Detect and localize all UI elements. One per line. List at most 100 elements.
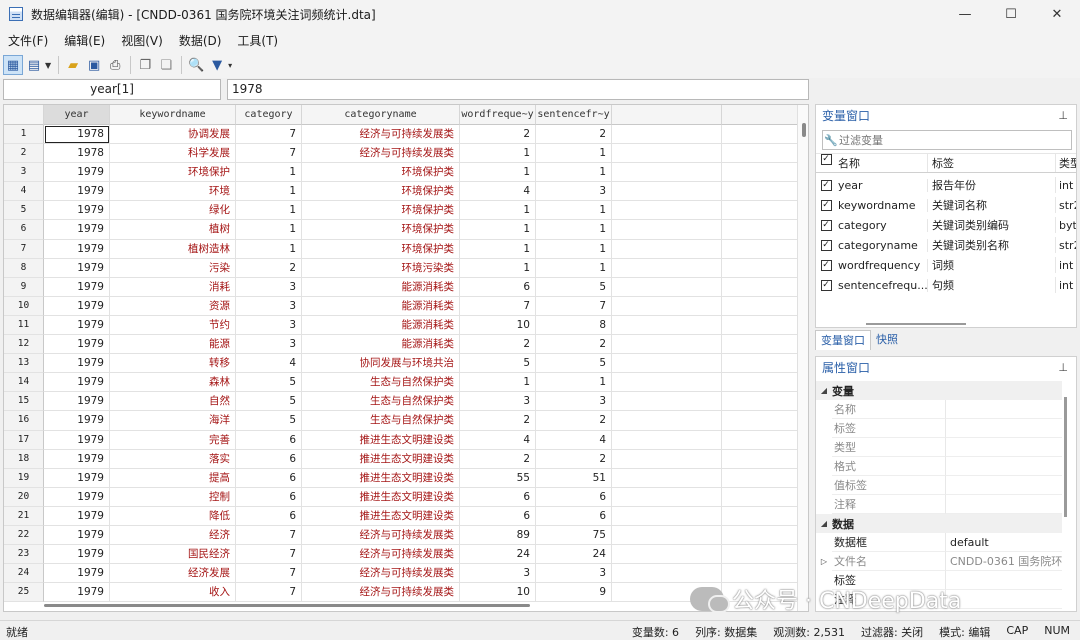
cell-wordfrequency[interactable]: 4 — [460, 182, 536, 202]
cell-categoryname[interactable]: 能源消耗类 — [302, 335, 460, 355]
close-button[interactable]: ✕ — [1034, 0, 1080, 28]
cell-wordfrequency[interactable]: 3 — [460, 564, 536, 584]
cell-keywordname[interactable]: 经济发展 — [110, 564, 236, 584]
cell-keywordname[interactable]: 自然 — [110, 392, 236, 412]
empty-cell[interactable] — [612, 564, 722, 584]
cell-sentencefrequency[interactable]: 2 — [536, 449, 612, 469]
cell-categoryname[interactable]: 环境保护类 — [302, 163, 460, 183]
table-row[interactable]: 17 1979 完善 6 推进生态文明建设类 4 4 — [4, 430, 802, 450]
variable-row[interactable]: ✓ sentencefrequ... 句频 int — [816, 275, 1076, 295]
cell-category[interactable]: 1 — [236, 182, 302, 202]
cell-categoryname[interactable]: 经济与可持续发展类 — [302, 144, 460, 164]
cell-sentencefrequency[interactable]: 1 — [536, 201, 612, 221]
property-value[interactable] — [946, 419, 1062, 438]
table-row[interactable]: 16 1979 海洋 5 生态与自然保护类 2 2 — [4, 411, 802, 431]
cell-categoryname[interactable]: 生态与自然保护类 — [302, 392, 460, 412]
cell-category[interactable]: 5 — [236, 392, 302, 412]
table-row[interactable]: 3 1979 环境保护 1 环境保护类 1 1 — [4, 163, 802, 183]
minimize-button[interactable]: — — [942, 0, 988, 28]
cell-sentencefrequency[interactable]: 6 — [536, 487, 612, 507]
property-value[interactable] — [946, 495, 1062, 514]
cell-category[interactable]: 3 — [236, 296, 302, 316]
cell-year[interactable]: 1979 — [44, 411, 110, 431]
property-row[interactable]: 类型 — [816, 438, 1062, 457]
row-number[interactable]: 11 — [4, 315, 44, 336]
cell-keywordname[interactable]: 经济 — [110, 525, 236, 546]
cell-sentencefrequency[interactable]: 3 — [536, 564, 612, 584]
cell-categoryname[interactable]: 经济与可持续发展类 — [302, 583, 460, 603]
column-header-year[interactable]: year — [44, 105, 110, 125]
variable-checkbox[interactable]: ✓ — [816, 279, 836, 291]
cell-keywordname[interactable]: 完善 — [110, 430, 236, 450]
empty-cell[interactable] — [612, 258, 722, 278]
cell-wordfrequency[interactable]: 1 — [460, 373, 536, 393]
cell-category[interactable]: 6 — [236, 430, 302, 450]
cell-keywordname[interactable]: 转移 — [110, 354, 236, 374]
cell-wordfrequency[interactable]: 89 — [460, 525, 536, 546]
cell-category[interactable]: 5 — [236, 373, 302, 393]
empty-cell[interactable] — [722, 449, 802, 469]
cell-categoryname[interactable]: 推进生态文明建设类 — [302, 449, 460, 469]
cell-year[interactable]: 1979 — [44, 335, 110, 355]
cell-category[interactable]: 7 — [236, 144, 302, 164]
empty-cell[interactable] — [612, 354, 722, 374]
header-label[interactable]: 标签 — [928, 154, 1056, 172]
table-row[interactable]: 6 1979 植树 1 环境保护类 1 1 — [4, 220, 802, 240]
property-row[interactable]: ▷ 文件名 CNDD-0361 国务院环 — [816, 552, 1062, 571]
empty-cell[interactable] — [612, 335, 722, 355]
row-number[interactable]: 9 — [4, 277, 44, 297]
cell-wordfrequency[interactable]: 1 — [460, 144, 536, 164]
property-value[interactable] — [946, 400, 1062, 419]
variable-checkbox[interactable]: ✓ — [816, 179, 836, 191]
empty-cell[interactable] — [612, 163, 722, 183]
cell-categoryname[interactable]: 推进生态文明建设类 — [302, 506, 460, 526]
empty-cell[interactable] — [722, 163, 802, 183]
cell-year[interactable]: 1979 — [44, 525, 110, 546]
print-icon[interactable]: ⎙ — [105, 55, 125, 75]
cell-sentencefrequency[interactable]: 1 — [536, 220, 612, 240]
row-number[interactable]: 8 — [4, 258, 44, 278]
cell-keywordname[interactable]: 资源 — [110, 296, 236, 316]
cell-keywordname[interactable]: 科学发展 — [110, 144, 236, 164]
cell-sentencefrequency[interactable]: 51 — [536, 468, 612, 488]
table-row[interactable]: 14 1979 森林 5 生态与自然保护类 1 1 — [4, 373, 802, 393]
row-number[interactable]: 10 — [4, 296, 44, 316]
empty-cell[interactable] — [722, 545, 802, 565]
cell-sentencefrequency[interactable]: 9 — [536, 583, 612, 603]
empty-cell[interactable] — [722, 392, 802, 412]
table-row[interactable]: 23 1979 国民经济 7 经济与可持续发展类 24 24 — [4, 545, 802, 565]
cell-categoryname[interactable]: 能源消耗类 — [302, 277, 460, 297]
table-row[interactable]: 21 1979 降低 6 推进生态文明建设类 6 6 — [4, 506, 802, 526]
table-row[interactable]: 15 1979 自然 5 生态与自然保护类 3 3 — [4, 392, 802, 412]
property-value[interactable]: CNDD-0361 国务院环 — [946, 552, 1062, 571]
cell-year[interactable]: 1978 — [44, 144, 110, 164]
collapse-triangle-icon[interactable]: ◢ — [816, 519, 832, 528]
menu-tools[interactable]: 工具(T) — [229, 32, 286, 49]
empty-cell[interactable] — [722, 296, 802, 316]
cell-year[interactable]: 1979 — [44, 296, 110, 316]
cell-sentencefrequency[interactable]: 1 — [536, 258, 612, 278]
cell-category[interactable]: 3 — [236, 277, 302, 297]
row-number[interactable]: 6 — [4, 220, 44, 240]
filter-variables-input[interactable] — [839, 133, 1059, 147]
row-number[interactable]: 16 — [4, 411, 44, 431]
cell-keywordname[interactable]: 控制 — [110, 487, 236, 507]
cell-year[interactable]: 1979 — [44, 315, 110, 336]
cell-category[interactable]: 6 — [236, 487, 302, 507]
empty-cell[interactable] — [612, 277, 722, 297]
property-value[interactable] — [946, 457, 1062, 476]
cell-keywordname[interactable]: 协调发展 — [110, 125, 236, 145]
cell-sentencefrequency[interactable]: 2 — [536, 125, 612, 145]
table-row[interactable]: 20 1979 控制 6 推进生态文明建设类 6 6 — [4, 487, 802, 507]
cell-categoryname[interactable]: 环境保护类 — [302, 220, 460, 240]
empty-cell[interactable] — [722, 182, 802, 202]
variable-row[interactable]: ✓category关键词类别编码byte — [816, 215, 1076, 235]
property-row[interactable]: 标签 — [816, 419, 1062, 438]
table-row[interactable]: 11 1979 节约 3 能源消耗类 10 8 — [4, 315, 802, 336]
variable-checkbox[interactable]: ✓ — [816, 219, 836, 231]
property-value[interactable] — [946, 571, 1062, 590]
cell-keywordname[interactable]: 落实 — [110, 449, 236, 469]
header-name[interactable]: 名称 — [836, 154, 928, 172]
table-row[interactable]: 25 1979 收入 7 经济与可持续发展类 10 9 — [4, 583, 802, 603]
variables-hscrollbar[interactable] — [866, 323, 966, 325]
